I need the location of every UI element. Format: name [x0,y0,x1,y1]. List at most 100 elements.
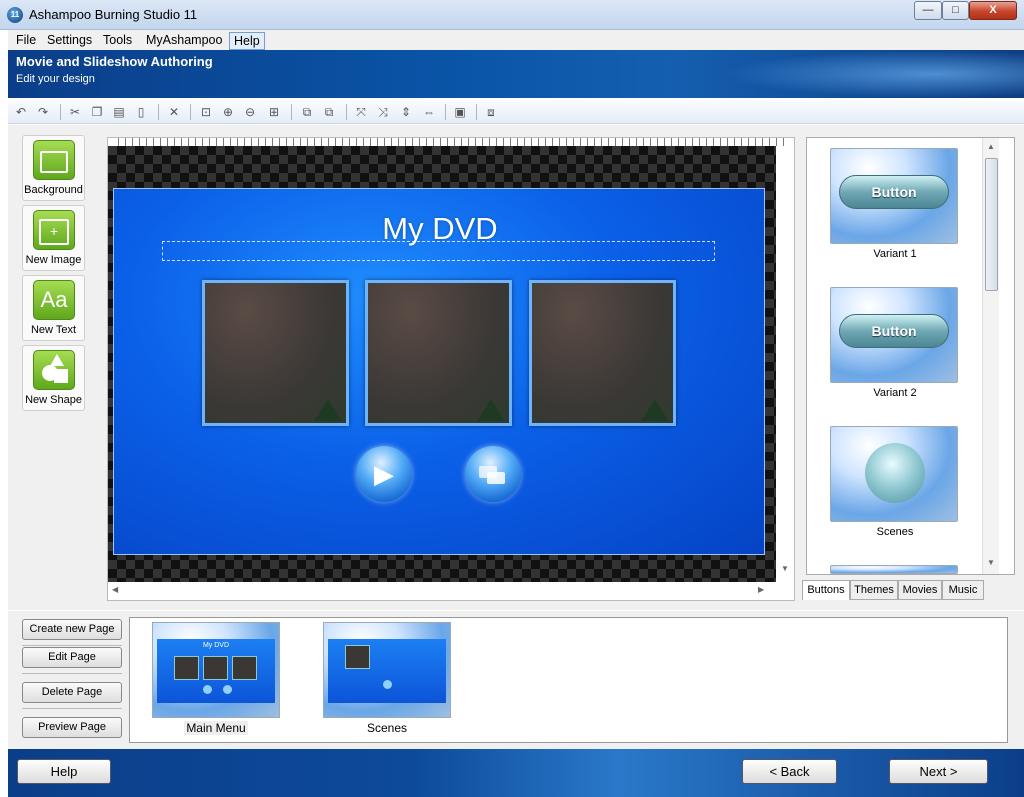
distribute-vertical-icon[interactable]: ⇕ [397,103,415,121]
mini-thumb [232,656,257,680]
tab-themes[interactable]: Themes [850,580,898,600]
scene-thumbnail[interactable] [365,280,512,426]
tab-movies[interactable]: Movies [898,580,942,600]
page-subtitle: Edit your design [16,73,95,85]
button-variant-partial[interactable] [830,565,958,574]
mini-title: My DVD [202,642,230,649]
scene-thumbnail[interactable] [202,280,349,426]
tool-label: New Image [25,254,82,266]
redo-icon[interactable]: ↷ [34,103,52,121]
selection-box[interactable] [162,241,715,261]
title-bar: 11 Ashampoo Burning Studio 11 — □ X [0,0,1024,30]
mini-button [203,685,212,694]
back-button[interactable]: < Back [742,759,837,784]
edit-page-button[interactable]: Edit Page [22,647,122,668]
zoom-actual-icon[interactable]: ⊞ [265,103,283,121]
mini-thumb [345,645,370,669]
page-label-text: Main Menu [184,721,248,735]
menu-bar: File Settings Tools MyAshampoo Help [8,30,1024,50]
button-preview: Button [839,314,949,348]
button-variant-scenes[interactable] [830,426,958,522]
create-page-button[interactable]: Create new Page [22,619,122,640]
button-variant-2[interactable]: Button [830,287,958,383]
gallery-scrollbar[interactable]: ▲ ▼ [982,138,999,574]
tool-label: New Text [30,324,77,336]
app-icon: 11 [7,7,23,23]
delete-icon[interactable]: ✕ [165,103,183,121]
menu-settings[interactable]: Settings [43,32,96,48]
distribute-horizontal-icon[interactable]: ⇔ [420,103,438,121]
minimize-button[interactable]: — [914,1,942,20]
next-button[interactable]: Next > [889,759,988,784]
page-preview: My DVD [157,639,275,703]
properties-icon[interactable]: ▣ [451,103,469,121]
toolbar: ↶ ↷ ✂ ❐ ▤ ▯ ✕ ⊡ ⊕ ⊖ ⊞ ⧉ ⧉ ⤧ ⤨ ⇕ ⇔ ▣ ⧈ [8,100,1024,124]
close-button[interactable]: X [969,1,1017,20]
new-text-tool-button[interactable]: Aa New Text [22,275,85,341]
scroll-right-icon[interactable]: ▶ [758,585,764,594]
tool-label: New Shape [25,394,82,406]
send-backward-icon[interactable]: ⧉ [320,103,338,121]
menu-help[interactable]: Help [229,32,265,50]
zoom-fit-icon[interactable]: ⊡ [197,103,215,121]
page-thumbnail-scenes[interactable] [323,622,451,718]
delete-page-button[interactable]: Delete Page [22,682,122,703]
tool-label: Background [24,184,83,196]
cut-icon[interactable]: ✂ [66,103,84,121]
menu-tools[interactable]: Tools [99,32,136,48]
page-title: Movie and Slideshow Authoring [16,54,213,69]
scroll-down-icon[interactable]: ▼ [781,564,789,573]
scene-thumbnail[interactable] [529,280,676,426]
button-variant-1[interactable]: Button [830,148,958,244]
toolbar-separator [158,104,159,120]
canvas-vertical-scrollbar[interactable]: ▼ [778,146,792,582]
toolbar-separator [346,104,347,120]
zoom-in-icon[interactable]: ⊕ [219,103,237,121]
tab-buttons[interactable]: Buttons [802,580,850,600]
bring-forward-icon[interactable]: ⧉ [298,103,316,121]
design-canvas[interactable]: My DVD ▶ ▼ ◀ ▶ [107,137,795,601]
page-label[interactable]: Main Menu [152,721,280,735]
zoom-out-icon[interactable]: ⊖ [241,103,259,121]
align-right-icon[interactable]: ⤨ [374,103,392,121]
scenes-button[interactable] [465,446,521,502]
scroll-left-icon[interactable]: ◀ [112,585,118,594]
new-image-icon: + [33,210,75,250]
toolbar-separator [60,104,61,120]
divider [22,708,122,709]
scroll-up-icon[interactable]: ▲ [987,142,995,151]
header-banner: Movie and Slideshow Authoring Edit your … [8,50,1024,98]
variant-label: Scenes [876,526,914,538]
tab-music[interactable]: Music [942,580,984,600]
scrollbar-thumb[interactable] [985,158,998,291]
paste-icon[interactable]: ▤ [110,103,128,121]
undo-icon[interactable]: ↶ [12,103,30,121]
toolbar-separator [476,104,477,120]
copy-icon[interactable]: ❐ [88,103,106,121]
menu-myashampoo[interactable]: MyAshampoo [142,32,226,48]
divider [22,645,122,646]
help-button[interactable]: Help [17,759,111,784]
menu-file[interactable]: File [12,32,40,48]
mini-thumb [203,656,228,680]
dvd-menu-page[interactable]: My DVD ▶ [113,188,765,555]
new-image-tool-button[interactable]: + New Image [22,205,85,271]
toolbar-separator [291,104,292,120]
group-icon[interactable]: ⧈ [482,103,500,121]
play-button[interactable]: ▶ [356,446,412,502]
scroll-down-icon[interactable]: ▼ [987,558,995,567]
align-left-icon[interactable]: ⤧ [352,103,370,121]
new-text-icon: Aa [33,280,75,320]
new-shape-tool-button[interactable]: New Shape [22,345,85,411]
banner-decoration [724,50,1024,98]
element-gallery: Button Variant 1 Button Variant 2 Scenes… [806,137,1015,575]
background-tool-button[interactable]: Background [22,135,85,201]
preview-page-button[interactable]: Preview Page [22,717,122,738]
duplicate-icon[interactable]: ▯ [132,103,150,121]
page-thumbnail-main-menu[interactable]: My DVD [152,622,280,718]
mini-button [383,680,392,689]
canvas-horizontal-scrollbar[interactable]: ◀ ▶ [108,582,778,598]
background-icon [33,140,75,180]
maximize-button[interactable]: □ [942,1,969,20]
page-label[interactable]: Scenes [323,721,451,735]
